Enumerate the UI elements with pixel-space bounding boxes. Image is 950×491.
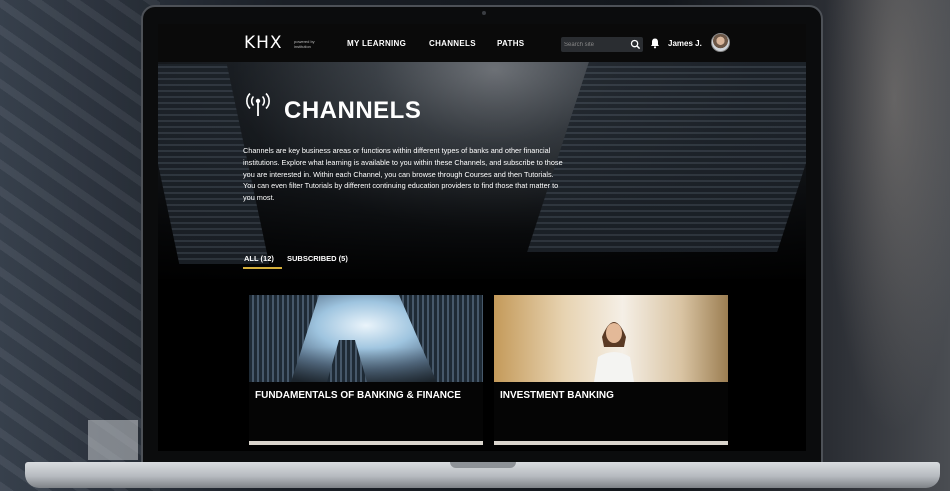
page-title: CHANNELS [284, 97, 422, 124]
laptop-notch [450, 462, 516, 468]
search-icon[interactable] [630, 39, 641, 50]
card-building [327, 340, 367, 382]
nav-channels[interactable]: CHANNELS [429, 39, 476, 48]
card-building [249, 295, 319, 382]
channel-card[interactable]: FUNDAMENTALS OF BANKING & FINANCE [249, 295, 483, 445]
tab-subscribed[interactable]: SUBSCRIBED (5) [287, 254, 348, 263]
bell-icon[interactable] [649, 37, 661, 49]
intro-text: Channels are key business areas or funct… [243, 146, 563, 203]
nav-my-learning[interactable]: MY LEARNING [347, 39, 406, 48]
person-photo [594, 322, 634, 382]
avatar[interactable] [711, 33, 730, 52]
background-card [88, 420, 138, 460]
webcam [482, 11, 486, 15]
card-title: INVESTMENT BANKING [500, 390, 614, 401]
user-name[interactable]: James J. [668, 39, 702, 48]
laptop-base [25, 462, 940, 488]
top-nav: KHX powered by institution MY LEARNING C… [158, 24, 806, 62]
search-input[interactable] [564, 38, 626, 51]
broadcast-icon [246, 92, 270, 116]
search-box [561, 37, 643, 52]
khx-logo[interactable]: KHX [244, 33, 283, 53]
laptop-lid: KHX powered by institution MY LEARNING C… [141, 5, 823, 467]
background-left-image [0, 0, 160, 491]
card-image [494, 295, 728, 382]
hero-building [527, 62, 806, 252]
card-building [399, 295, 483, 382]
tab-all[interactable]: ALL (12) [244, 254, 274, 263]
nav-paths[interactable]: PATHS [497, 39, 524, 48]
card-title: FUNDAMENTALS OF BANKING & FINANCE [255, 390, 461, 401]
laptop-screen: KHX powered by institution MY LEARNING C… [158, 24, 806, 451]
card-image [249, 295, 483, 382]
card-next-row [494, 441, 728, 445]
logo-tagline: powered by institution [294, 39, 315, 49]
active-tab-indicator [243, 267, 282, 269]
card-next-row [249, 441, 483, 445]
channel-card[interactable]: INVESTMENT BANKING [494, 295, 728, 445]
background-right-image [810, 0, 950, 491]
